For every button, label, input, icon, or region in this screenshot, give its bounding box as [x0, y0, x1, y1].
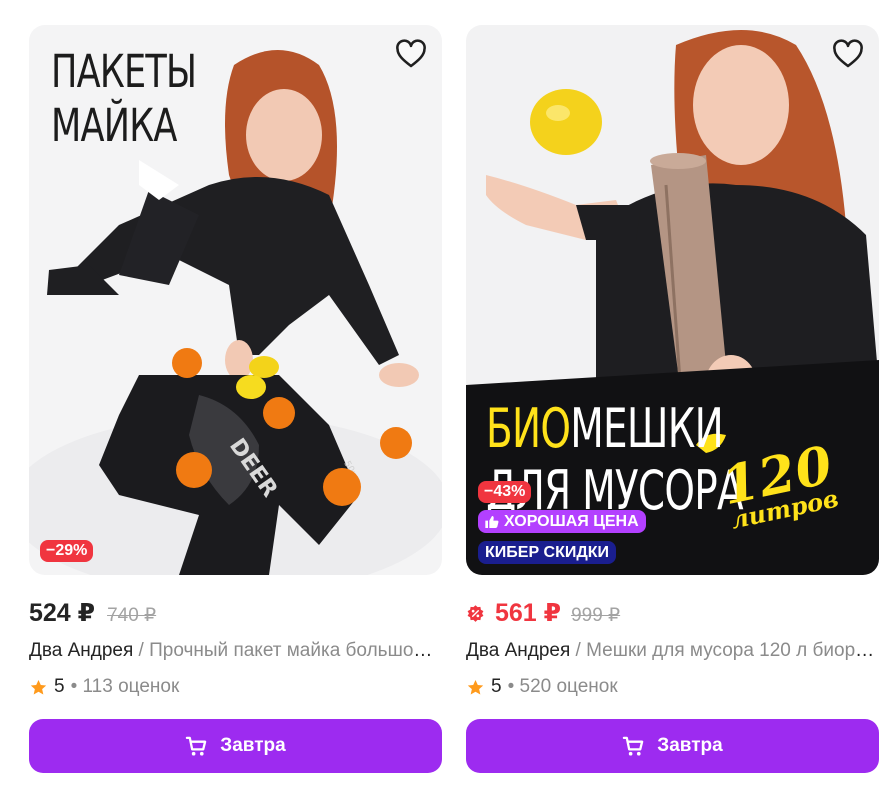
good-price-badge: ХОРОШАЯ ЦЕНА: [478, 510, 646, 533]
cyber-sale-badge: КИБЕР СКИДКИ: [478, 541, 617, 564]
star-icon: [30, 679, 47, 695]
cart-icon: [623, 736, 644, 756]
add-to-cart-button[interactable]: Завтра: [466, 719, 879, 773]
thumb-up-icon: [485, 515, 499, 528]
favorite-button[interactable]: [831, 37, 865, 71]
reviews-count: • 520 оценок: [507, 676, 618, 697]
heart-icon: [396, 39, 426, 68]
rating-value: 5: [54, 676, 65, 697]
image-headline-accent: БИО: [486, 397, 571, 460]
title-separator: /: [133, 640, 150, 661]
product-title[interactable]: Два Андрея / Мешки для мусора 120 л биор…: [466, 640, 879, 662]
discount-badge: −29%: [40, 540, 94, 562]
delivery-label: Завтра: [220, 735, 286, 756]
image-headline: БИОМЕШКИ ДЛЯ МУСОРА: [486, 397, 744, 522]
title-separator: /: [570, 640, 587, 661]
price-row: 561 ₽ 999 ₽: [466, 598, 620, 628]
current-price: 524 ₽: [29, 599, 96, 627]
old-price: 999 ₽: [571, 605, 621, 626]
current-price: 561 ₽: [495, 599, 562, 627]
favorite-button[interactable]: [394, 37, 428, 71]
good-price-label: ХОРОШАЯ ЦЕНА: [504, 513, 639, 530]
rating-row[interactable]: 5 • 113 оценок: [29, 676, 179, 698]
product-image[interactable]: DEER 50кг ПАКЕТЫ МАЙКА −29%: [29, 25, 442, 575]
product-card[interactable]: DEER 50кг ПАКЕТЫ МАЙКА −29% 524 ₽ 740 ₽ …: [29, 25, 442, 777]
add-to-cart-button[interactable]: Завтра: [29, 719, 442, 773]
image-headline-line: ПАКЕТЫ: [51, 45, 197, 98]
image-headline-line: МАЙКА: [51, 99, 177, 152]
cart-icon: [186, 736, 207, 756]
rating-row[interactable]: 5 • 520 оценок: [466, 676, 618, 698]
product-title[interactable]: Два Андрея / Прочный пакет майка большой…: [29, 640, 442, 662]
delivery-label: Завтра: [657, 735, 723, 756]
discount-badge: −43%: [478, 481, 532, 503]
heart-icon: [833, 39, 863, 68]
reviews-count: • 113 оценок: [70, 676, 180, 697]
product-name[interactable]: Прочный пакет майка большой черный в рул…: [149, 640, 442, 661]
rating-value: 5: [491, 676, 502, 697]
image-headline: ПАКЕТЫ МАЙКА: [51, 45, 197, 153]
product-image[interactable]: БИОМЕШКИ ДЛЯ МУСОРА 120 литров −43% ХОРО…: [466, 25, 879, 575]
image-headline-part: МЕШКИ: [570, 397, 723, 460]
hot-price-icon: [467, 604, 484, 622]
brand-name[interactable]: Два Андрея: [29, 640, 133, 661]
star-icon: [467, 679, 484, 695]
price-row: 524 ₽ 740 ₽: [29, 598, 156, 628]
brand-name[interactable]: Два Андрея: [466, 640, 570, 661]
product-name[interactable]: Мешки для мусора 120 л биоразлагаемые пр…: [586, 640, 879, 661]
product-card[interactable]: БИОМЕШКИ ДЛЯ МУСОРА 120 литров −43% ХОРО…: [466, 25, 879, 777]
old-price: 740 ₽: [107, 605, 157, 626]
